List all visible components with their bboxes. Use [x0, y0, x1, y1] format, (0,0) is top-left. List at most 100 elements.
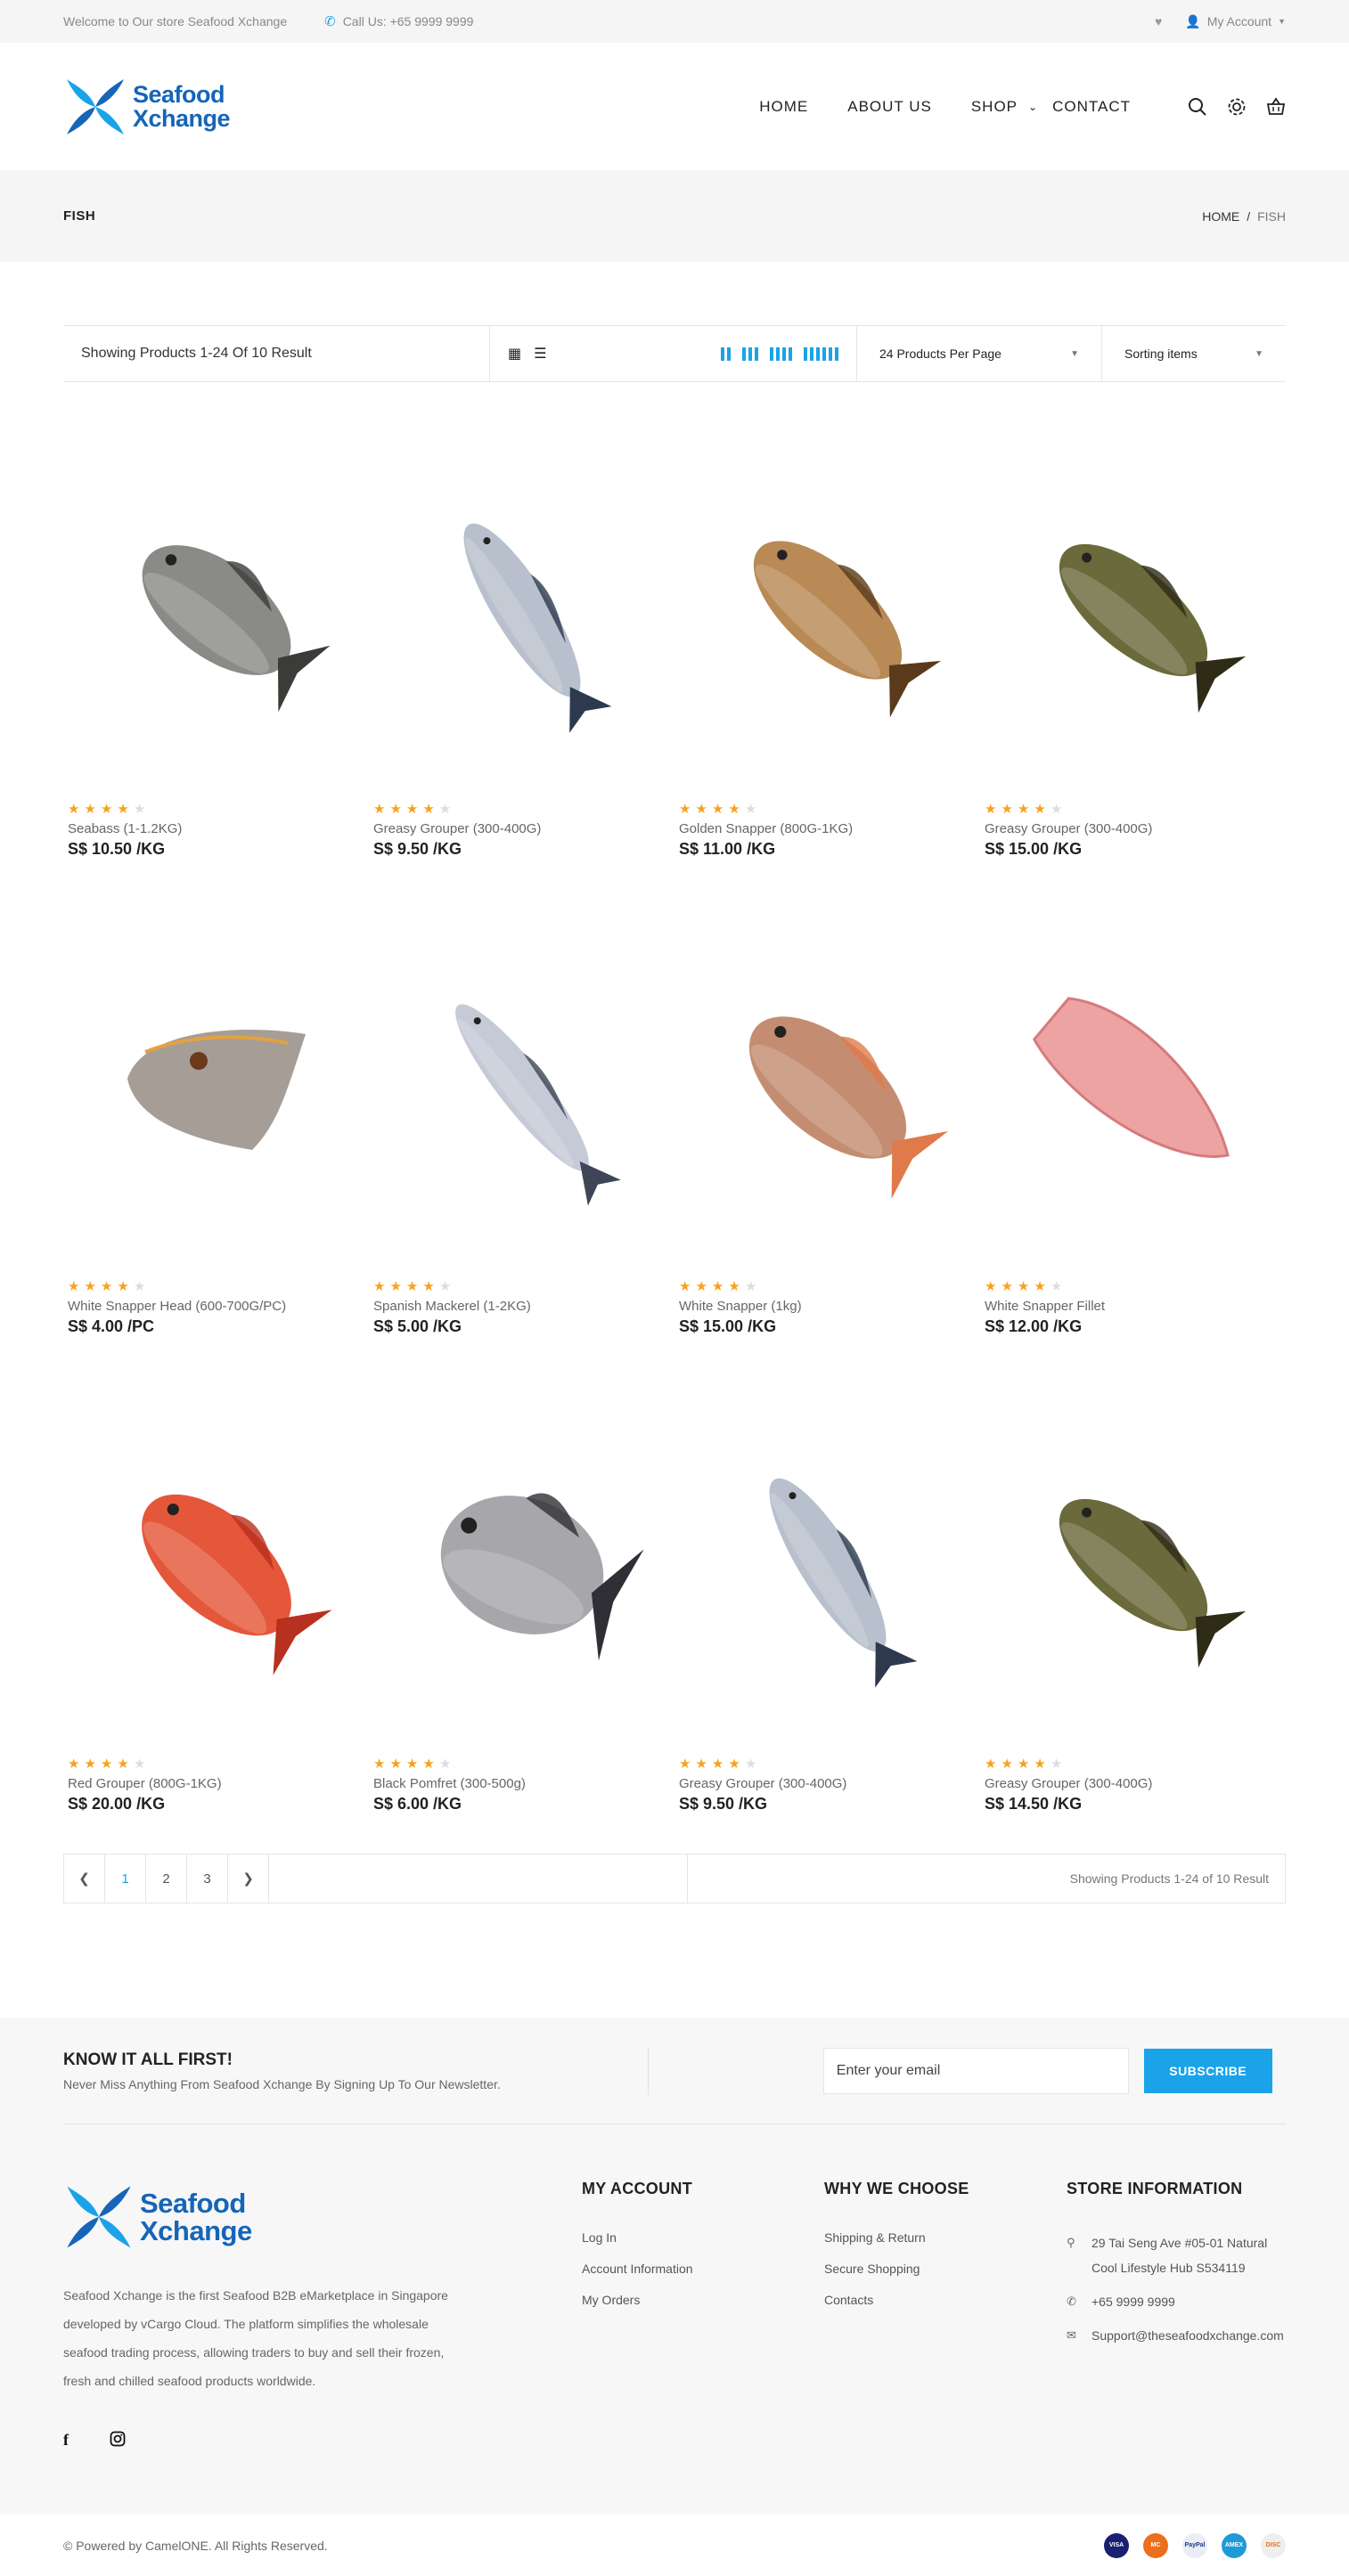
list-view-icon[interactable]: ☰ [534, 345, 546, 363]
product-image[interactable] [376, 418, 667, 803]
product-meta: ★ ★ ★ ★ ★ Spanish Mackerel (1-2KG) S$ 5.00 /… [369, 1280, 674, 1336]
wishlist-heart-icon[interactable]: ♥ [1155, 14, 1162, 29]
page-1[interactable]: 1 [105, 1855, 146, 1903]
star-icon: ★ [728, 1757, 740, 1772]
phone-icon: ✆ [1067, 2295, 1076, 2308]
product-card[interactable]: ★ ★ ★ ★ ★ White Snapper Fillet S$ 12.00 /KG [980, 895, 1286, 1373]
per-page-select[interactable]: 24 Products Per Page ▼ [857, 326, 1102, 381]
product-card[interactable]: ★ ★ ★ ★ ★ Greasy Grouper (300-400G) S$ 14.50… [980, 1373, 1286, 1850]
copyright: © Powered by CamelONE. All Rights Reserv… [63, 2538, 328, 2553]
call-text: Call Us: +65 9999 9999 [342, 14, 474, 29]
star-icon: ★ [117, 1757, 129, 1772]
logo-wordmark: Seafood Xchange [133, 82, 231, 131]
product-card[interactable]: ★ ★ ★ ★ ★ White Snapper (1kg) S$ 15.00 /KG [674, 895, 980, 1373]
store-email[interactable]: ✉ Support@theseafoodxchange.com [1067, 2323, 1284, 2348]
link-log-in[interactable]: Log In [582, 2230, 824, 2245]
footer-logo[interactable]: Seafood Xchange [63, 2180, 582, 2254]
instagram-icon[interactable] [110, 2431, 126, 2447]
envelope-icon: ✉ [1067, 2328, 1076, 2342]
link-my-orders[interactable]: My Orders [582, 2293, 824, 2307]
product-image[interactable] [987, 1373, 1279, 1757]
three-column-icon[interactable] [742, 346, 758, 361]
product-card[interactable]: ★ ★ ★ ★ ★ Seabass (1-1.2KG) S$ 10.50 /KG [63, 418, 369, 895]
star-icon: ★ [1034, 1757, 1046, 1772]
basket-icon[interactable] [1266, 96, 1286, 117]
gear-icon[interactable] [1227, 97, 1247, 117]
six-column-icon[interactable] [804, 346, 838, 361]
sort-select[interactable]: Sorting items ▼ [1102, 326, 1286, 381]
page-2[interactable]: 2 [146, 1855, 187, 1903]
star-icon: ★ [373, 1757, 386, 1772]
logo-mark-icon [67, 2186, 131, 2248]
product-card[interactable]: ★ ★ ★ ★ ★ Greasy Grouper (300-400G) S$ 9.50 … [674, 1373, 980, 1850]
product-price: S$ 15.00 /KG [985, 840, 1083, 858]
product-name[interactable]: Black Pomfret (300-500g) [373, 1776, 674, 1791]
email-input[interactable]: Enter your email [822, 2047, 1129, 2094]
two-column-icon[interactable] [721, 346, 731, 361]
product-meta: ★ ★ ★ ★ ★ Greasy Grouper (300-400G) S$ 14.50… [980, 1757, 1286, 1814]
product-card[interactable]: ★ ★ ★ ★ ★ Black Pomfret (300-500g) S$ 6.00 /… [369, 1373, 674, 1850]
product-name[interactable]: Golden Snapper (800G-1KG) [679, 821, 980, 836]
nav-home[interactable]: HOME [759, 98, 808, 116]
prev-page-button[interactable]: ❮ [64, 1855, 105, 1903]
product-card[interactable]: ★ ★ ★ ★ ★ Golden Snapper (800G-1KG) S$ 11.00… [674, 418, 980, 895]
product-image[interactable] [376, 1373, 667, 1757]
product-card[interactable]: ★ ★ ★ ★ ★ White Snapper Head (600-700G/PC) S… [63, 895, 369, 1373]
search-icon[interactable] [1188, 97, 1207, 117]
breadcrumb-home[interactable]: HOME [1202, 209, 1239, 224]
product-image[interactable] [376, 895, 667, 1280]
product-name[interactable]: Spanish Mackerel (1-2KG) [373, 1299, 674, 1314]
four-column-icon[interactable] [770, 346, 792, 361]
product-meta: ★ ★ ★ ★ ★ Red Grouper (800G-1KG) S$ 20.00 /K… [63, 1757, 369, 1814]
my-account-menu[interactable]: 👤 My Account ▼ [1185, 14, 1286, 29]
product-image[interactable] [70, 1373, 362, 1757]
product-name[interactable]: Greasy Grouper (300-400G) [679, 1776, 980, 1791]
product-name[interactable]: White Snapper Head (600-700G/PC) [68, 1299, 369, 1314]
footer-store-information: STORE INFORMATION ⚲ 29 Tai Seng Ave #05-0… [1067, 2180, 1284, 2450]
product-name[interactable]: Greasy Grouper (300-400G) [373, 821, 674, 836]
product-meta: ★ ★ ★ ★ ★ Greasy Grouper (300-400G) S$ 9.50 … [369, 803, 674, 859]
nav-about[interactable]: ABOUT US [847, 98, 932, 116]
product-card[interactable]: ★ ★ ★ ★ ★ Greasy Grouper (300-400G) S$ 9.50 … [369, 418, 674, 895]
product-image[interactable] [682, 1373, 973, 1757]
product-image[interactable] [987, 418, 1279, 803]
link-shipping-return[interactable]: Shipping & Return [824, 2230, 1067, 2245]
star-icon: ★ [100, 1757, 113, 1772]
nav-shop[interactable]: SHOP ⌄ [971, 98, 1038, 116]
product-image[interactable] [682, 895, 973, 1280]
next-page-button[interactable]: ❯ [228, 1855, 269, 1903]
store-address: ⚲ 29 Tai Seng Ave #05-01 Natural Cool Lif… [1067, 2230, 1284, 2280]
discover-icon: DISC [1261, 2532, 1286, 2558]
product-image[interactable] [70, 418, 362, 803]
link-secure-shopping[interactable]: Secure Shopping [824, 2262, 1067, 2276]
facebook-icon[interactable]: f [63, 2431, 69, 2450]
main-nav: HOME ABOUT US SHOP ⌄ CONTACT [759, 98, 1131, 116]
top-bar: Welcome to Our store Seafood Xchange ✆ C… [0, 0, 1349, 43]
product-image[interactable] [70, 895, 362, 1280]
link-account-information[interactable]: Account Information [582, 2262, 824, 2276]
product-name[interactable]: Seabass (1-1.2KG) [68, 821, 369, 836]
product-image[interactable] [987, 895, 1279, 1280]
link-contacts[interactable]: Contacts [824, 2293, 1067, 2307]
product-name[interactable]: White Snapper Fillet [985, 1299, 1286, 1314]
product-image[interactable] [682, 418, 973, 803]
site-header: Seafood Xchange HOME ABOUT US SHOP ⌄ CONT… [0, 43, 1349, 170]
product-name[interactable]: White Snapper (1kg) [679, 1299, 980, 1314]
product-meta: ★ ★ ★ ★ ★ Black Pomfret (300-500g) S$ 6.00 /… [369, 1757, 674, 1814]
store-email-text: Support@theseafoodxchange.com [1091, 2328, 1284, 2343]
nav-shop-label: SHOP [970, 97, 1018, 115]
product-card[interactable]: ★ ★ ★ ★ ★ Greasy Grouper (300-400G) S$ 15.00… [980, 418, 1286, 895]
product-name[interactable]: Greasy Grouper (300-400G) [985, 821, 1286, 836]
star-icon: ★ [1001, 802, 1013, 817]
product-name[interactable]: Greasy Grouper (300-400G) [985, 1776, 1286, 1791]
product-name[interactable]: Red Grouper (800G-1KG) [68, 1776, 369, 1791]
page-3[interactable]: 3 [187, 1855, 228, 1903]
product-card[interactable]: ★ ★ ★ ★ ★ Red Grouper (800G-1KG) S$ 20.00 /K… [63, 1373, 369, 1850]
product-card[interactable]: ★ ★ ★ ★ ★ Spanish Mackerel (1-2KG) S$ 5.00 /… [369, 895, 674, 1373]
pagination-info: Showing Products 1-24 of 10 Result [1069, 1871, 1269, 1886]
grid-view-icon[interactable]: ▦ [508, 345, 521, 363]
subscribe-button[interactable]: SUBSCRIBE [1143, 2048, 1272, 2093]
site-logo[interactable]: Seafood Xchange [63, 74, 231, 140]
nav-contact[interactable]: CONTACT [1052, 98, 1131, 116]
star-icon: ★ [84, 1279, 96, 1294]
